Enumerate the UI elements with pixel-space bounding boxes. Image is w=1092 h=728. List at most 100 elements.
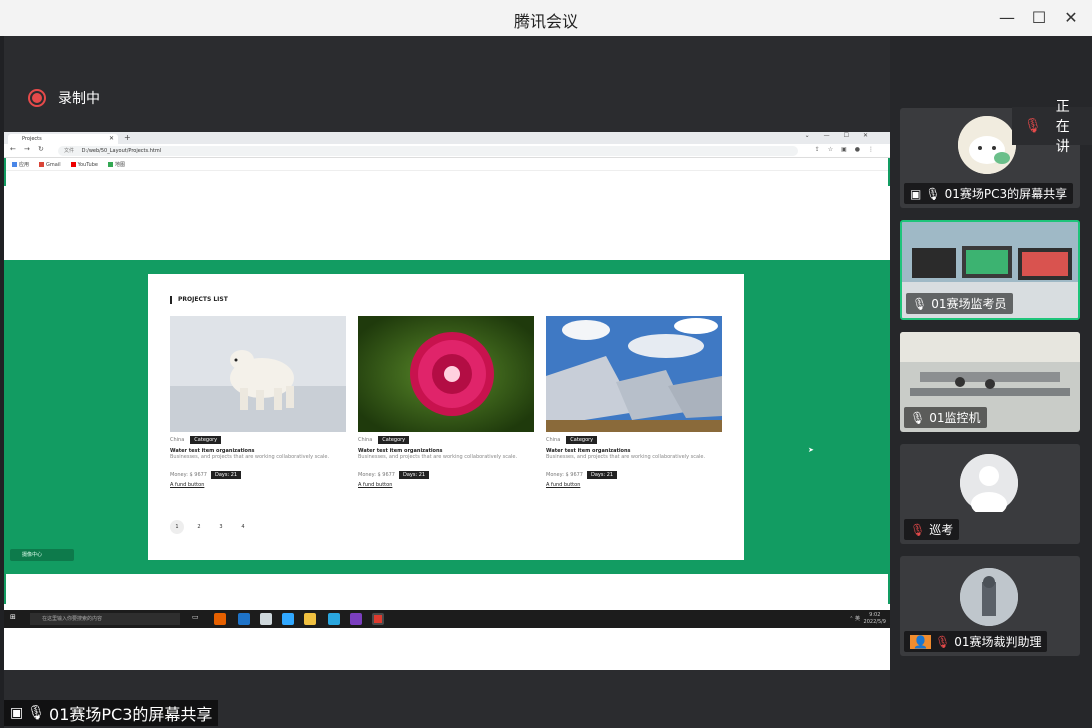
title-bar: 腾讯会议 — ☐ ✕ <box>0 0 1092 36</box>
card-description: Businesses, and projects that are workin… <box>546 454 706 460</box>
avatar <box>960 568 1018 626</box>
bookmark-apps[interactable]: 应用 <box>12 161 29 168</box>
category-badge[interactable]: Category <box>566 436 598 444</box>
card-money: Money: $ 9677 <box>546 472 583 478</box>
maximize-button[interactable]: ☐ <box>1024 6 1054 30</box>
card-days: Days: 21 <box>586 471 618 479</box>
solar-panels-image <box>546 316 722 432</box>
fund-link[interactable]: A fund button <box>170 482 346 488</box>
category-badge[interactable]: Category <box>378 436 410 444</box>
microphone-muted-icon: 🎙 <box>934 634 951 649</box>
pagination: 1 2 3 4 <box>170 520 250 534</box>
participant-label: 🎙 01监控机 <box>904 407 987 428</box>
category-badge[interactable]: Category <box>190 436 222 444</box>
card-days: Days: 21 <box>210 471 242 479</box>
youtube-icon <box>70 161 76 167</box>
url-lock-label: 文件 <box>64 148 75 154</box>
screen-share-icon: ▣ <box>10 705 24 721</box>
new-tab-button[interactable]: + <box>124 133 131 142</box>
participant-tile[interactable]: 👤 🎙 01赛场裁判助理 <box>900 556 1080 656</box>
camera-chip[interactable]: 摄像中心 <box>10 549 74 561</box>
app-icon[interactable] <box>328 613 340 625</box>
mouse-cursor-icon: ➤ <box>808 446 814 454</box>
edge-icon[interactable] <box>238 613 250 625</box>
page-2[interactable]: 2 <box>192 520 206 534</box>
participant-label: 👤 🎙 01赛场裁判助理 <box>904 631 1048 652</box>
url-text: D:/web/50_Layout/Projects.html <box>81 148 162 154</box>
participant-label: ▣ 🎙 01赛场PC3的屏幕共享 <box>904 183 1074 204</box>
app-icon[interactable] <box>350 613 362 625</box>
page-4[interactable]: 4 <box>236 520 250 534</box>
participant-tile[interactable]: 🎙 01赛场监考员 <box>900 220 1080 320</box>
taskbar-search-placeholder: 在这里输入你要搜索的内容 <box>42 616 103 622</box>
tab-close-icon[interactable]: ✕ <box>109 134 114 144</box>
record-icon <box>28 89 46 107</box>
minimize-button[interactable]: — <box>992 6 1022 30</box>
recording-indicator[interactable]: 录制中 <box>28 88 100 108</box>
project-card: China Category Water test item organizat… <box>358 316 534 488</box>
url-input[interactable]: 文件 D:/web/50_Layout/Projects.html <box>58 146 798 156</box>
card-location: China <box>170 437 185 443</box>
address-bar: ← → ↻ 文件 D:/web/50_Layout/Projects.html … <box>4 144 890 158</box>
participant-label: 🎙 01赛场监考员 <box>906 293 1013 314</box>
address-bar-icons[interactable]: ⇪☆▣●⋮ <box>815 146 882 153</box>
bookmark-youtube[interactable]: YouTube <box>70 161 98 168</box>
reload-icon[interactable]: ↻ <box>38 145 44 153</box>
page-edge <box>4 158 6 186</box>
browser-tab[interactable]: Projects ✕ <box>8 134 118 144</box>
page-1[interactable]: 1 <box>170 520 184 534</box>
recording-label: 录制中 <box>58 91 100 107</box>
projects-panel: PROJECTS LIST China Category Water test … <box>148 274 744 560</box>
tab-title: Projects <box>22 136 42 142</box>
screen-share-name: 01赛场PC3的屏幕共享 <box>49 705 213 724</box>
microphone-icon: 🎙 <box>912 296 928 311</box>
bookmark-maps[interactable]: 地图 <box>107 161 125 168</box>
back-icon[interactable]: ← <box>10 145 16 153</box>
bookmark-gmail[interactable]: Gmail <box>39 161 61 168</box>
card-money: Money: $ 9677 <box>358 472 395 478</box>
shared-screen-stage: 录制中 Projects ✕ + ⌄—☐✕ ← → ↻ 文件 D:/web/50… <box>4 36 890 728</box>
card-money: Money: $ 9677 <box>170 472 207 478</box>
screen-share-icon: ▣ <box>910 186 922 201</box>
avatar <box>960 454 1018 516</box>
participant-tile[interactable]: 🎙 01监控机 <box>900 332 1080 432</box>
page-edge <box>4 574 6 604</box>
flower-image <box>358 316 534 432</box>
page-3[interactable]: 3 <box>214 520 228 534</box>
microphone-icon: 🎙 <box>925 186 941 201</box>
app-title: 腾讯会议 <box>513 12 578 31</box>
app-icon[interactable] <box>260 613 272 625</box>
forward-icon[interactable]: → <box>24 145 30 153</box>
project-card: China Category Water test item organizat… <box>546 316 722 488</box>
firefox-icon[interactable] <box>214 613 226 625</box>
chrome-icon[interactable] <box>372 613 384 625</box>
windows-start-icon[interactable]: ⊞ <box>10 613 16 625</box>
fund-link[interactable]: A fund button <box>358 482 534 488</box>
clock-date: 2022/5/9 <box>863 619 886 625</box>
section-title: PROJECTS LIST <box>170 296 228 304</box>
clock-time: 9:02 <box>869 612 881 618</box>
system-tray[interactable]: ⌃ 英 <box>849 615 860 622</box>
close-button[interactable]: ✕ <box>1056 6 1086 30</box>
participant-tile[interactable]: 🎙 巡考 <box>900 444 1080 544</box>
bookmarks-bar: 应用 Gmail YouTube 地图 <box>4 159 890 171</box>
project-card: China Category Water test item organizat… <box>170 316 346 488</box>
fund-link[interactable]: A fund button <box>546 482 722 488</box>
microphone-icon: 🎙 <box>910 410 926 425</box>
speaking-label: 正在讲 <box>1055 99 1070 155</box>
maps-icon <box>107 162 113 167</box>
apps-icon <box>12 162 17 167</box>
taskbar-search[interactable]: 在这里输入你要搜索的内容 <box>30 613 180 625</box>
card-days: Days: 21 <box>398 471 430 479</box>
browser-window-controls[interactable]: ⌄—☐✕ <box>805 132 882 139</box>
file-explorer-icon[interactable] <box>304 613 316 625</box>
card-description: Businesses, and projects that are workin… <box>170 454 330 460</box>
microphone-icon: 🎙 <box>27 705 46 721</box>
screen-share-label: ▣ 🎙 01赛场PC3的屏幕共享 <box>4 700 219 726</box>
photoshop-icon[interactable] <box>282 613 294 625</box>
user-icon: 👤 <box>910 634 931 649</box>
card-description: Businesses, and projects that are workin… <box>358 454 518 460</box>
task-view-icon[interactable]: ▭ <box>192 613 199 625</box>
card-location: China <box>358 437 373 443</box>
taskbar-clock[interactable]: 9:02 2022/5/9 <box>864 612 886 626</box>
